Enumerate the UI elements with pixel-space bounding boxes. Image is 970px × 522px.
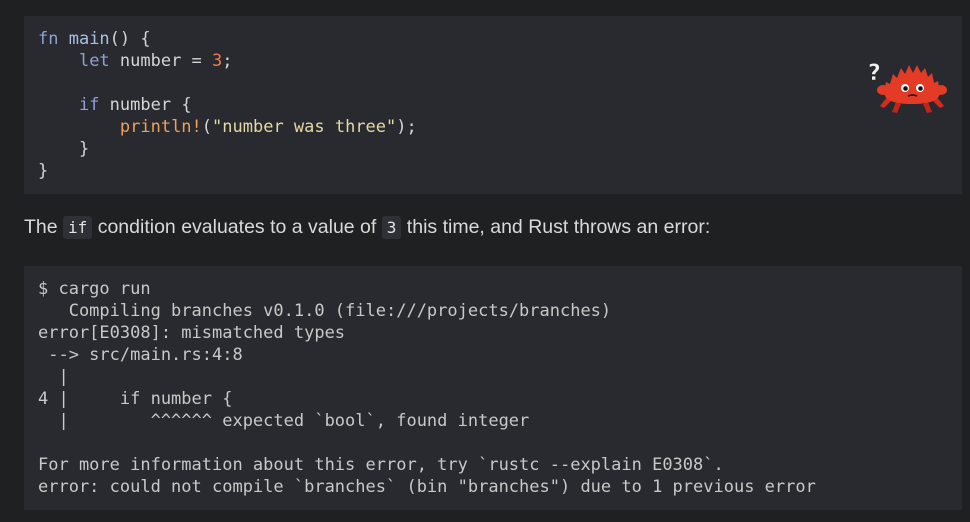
code-token: ); [396, 117, 417, 137]
terminal-line: error: could not compile `branches` (bin… [38, 477, 816, 497]
code-token: fn [38, 29, 69, 49]
prose-text-2: condition evaluates to a value of [92, 216, 382, 238]
code-token: number = [119, 51, 213, 71]
rust-code-block: fn main() { let number = 3; if number { … [24, 16, 962, 194]
prose-paragraph: The if condition evaluates to a value of… [24, 216, 710, 239]
code-token: number { [109, 95, 192, 115]
terminal-line: For more information about this error, t… [38, 455, 724, 475]
terminal-line: | ^^^^^^ expected `bool`, found integer [38, 411, 530, 431]
code-token: if [78, 95, 110, 115]
ferris-does-not-compile-icon: ? [868, 61, 947, 113]
terminal-output-block: $ cargo run Compiling branches v0.1.0 (f… [24, 266, 962, 510]
terminal-line: --> src/main.rs:4:8 [38, 345, 243, 365]
code-token: println! [119, 117, 202, 137]
code-line: let number = 3; [38, 50, 948, 72]
terminal-line: $ cargo run [38, 279, 151, 299]
code-token: let [78, 51, 120, 71]
terminal-line: | [38, 367, 69, 387]
code-token: } [38, 161, 49, 181]
code-token: main [68, 29, 110, 49]
terminal-line: 4 | if number { [38, 389, 233, 409]
code-line: println!("number was three"); [38, 116, 948, 138]
prose-text-1: The [24, 216, 64, 238]
code-token: ; [222, 51, 233, 71]
code-line: if number { [38, 94, 948, 116]
terminal-line: Compiling branches v0.1.0 (file:///proje… [38, 301, 612, 321]
code-token: } [38, 139, 90, 159]
code-line: } [38, 138, 948, 160]
code-token: 3 [212, 51, 223, 71]
code-token: () { [109, 29, 151, 49]
code-line: } [38, 160, 948, 182]
prose-text-3: this time, and Rust throws an error: [401, 216, 711, 238]
page: fn main() { let number = 3; if number { … [0, 0, 970, 522]
question-mark-label: ? [868, 61, 881, 86]
code-token: "number was three" [212, 117, 397, 137]
terminal-line: error[E0308]: mismatched types [38, 323, 346, 343]
code-token: ( [201, 117, 213, 137]
inline-code-3: 3 [381, 216, 402, 239]
inline-code-if: if [63, 216, 93, 239]
code-line: fn main() { [38, 28, 948, 50]
